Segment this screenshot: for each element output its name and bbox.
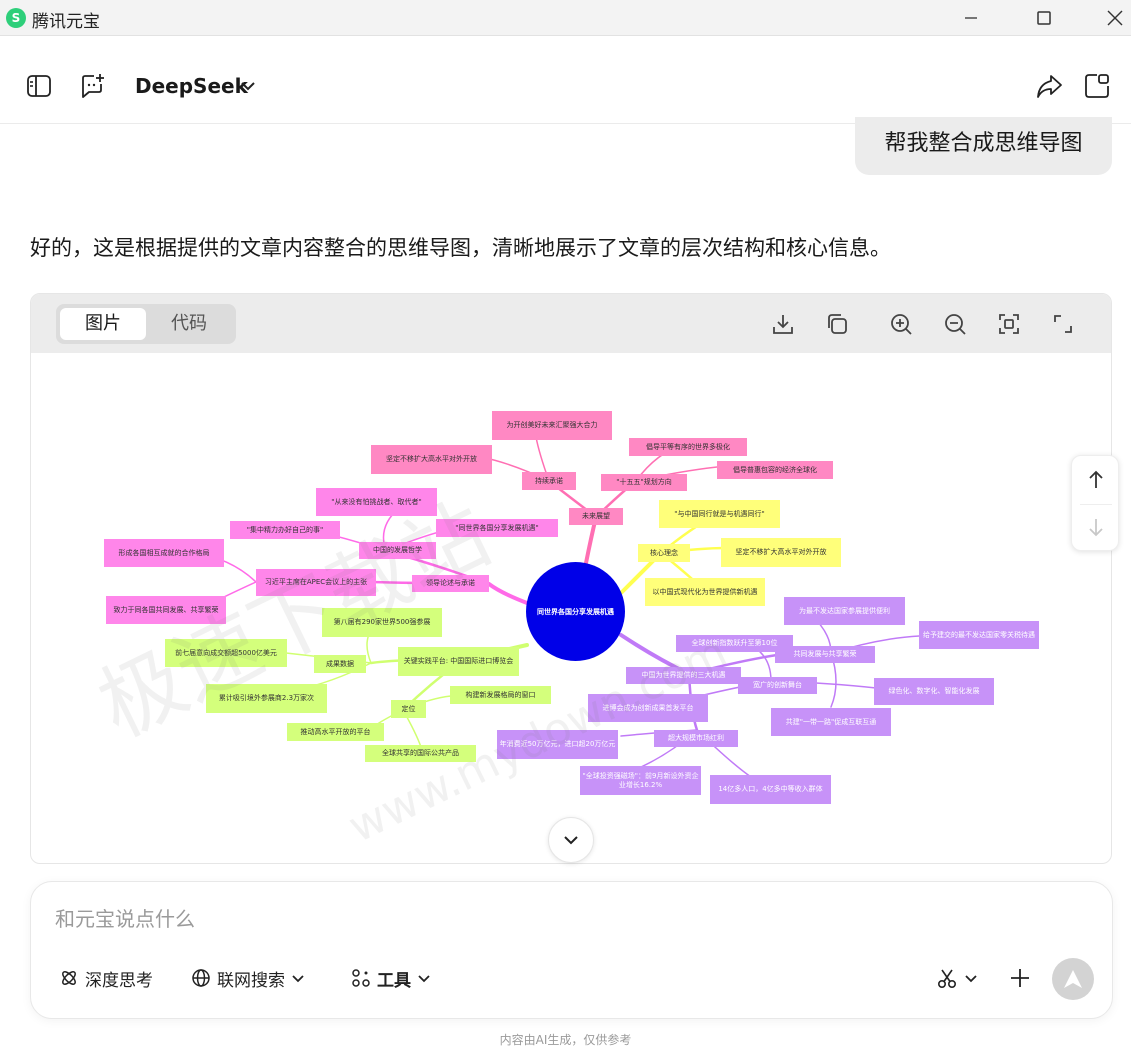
web-search-toggle[interactable]: 联网搜索 xyxy=(191,966,305,991)
share-icon[interactable] xyxy=(1035,72,1063,100)
window-titlebar: S 腾讯元宝 xyxy=(0,0,1131,36)
message-input[interactable] xyxy=(55,904,955,934)
copy-icon[interactable] xyxy=(824,311,850,337)
chat-header: DeepSeek xyxy=(0,46,1131,124)
fit-screen-icon[interactable] xyxy=(996,311,1022,337)
node-sustained: 持续承诺 xyxy=(522,472,576,490)
atom-icon xyxy=(62,971,76,985)
node-shared-1: 为最不发达国家参展提供便利 xyxy=(784,597,905,625)
add-attachment-button[interactable] xyxy=(1009,966,1031,990)
scissors-icon xyxy=(937,969,957,989)
model-selector[interactable]: DeepSeek xyxy=(135,74,248,98)
plus-icon xyxy=(1011,969,1029,987)
node-future: 未来展望 xyxy=(569,508,623,525)
send-icon xyxy=(1064,970,1082,988)
sidebar-icon[interactable] xyxy=(25,72,53,100)
node-shared-2: 给予建交的最不发达国家零关税待遇 xyxy=(919,621,1039,649)
chevron-down-icon xyxy=(564,836,578,845)
open-window-icon[interactable] xyxy=(1083,72,1111,100)
zoom-in-icon[interactable] xyxy=(888,311,914,337)
node-core: 核心理念 xyxy=(638,544,690,562)
node-plan: "十五五"规划方向 xyxy=(601,474,687,491)
node-sustained-2: 坚定不移扩大高水平对外开放 xyxy=(371,445,492,474)
view-toggle: 图片 代码 xyxy=(56,304,236,344)
node-results-1: 第八届有290家世界500强参展 xyxy=(322,608,442,637)
scissors-menu[interactable] xyxy=(936,966,978,990)
chevron-down-icon xyxy=(418,975,430,983)
node-innovation-2: 绿色化、数字化、智能化发展 xyxy=(874,678,994,705)
scroll-controls xyxy=(1071,455,1119,551)
scroll-down-icon[interactable] xyxy=(1084,515,1108,539)
node-core-2: 坚定不移扩大高水平对外开放 xyxy=(721,538,841,567)
tools-menu[interactable]: 工具 xyxy=(351,966,431,991)
node-philosophy-3: "同世界各国分享发展机遇" xyxy=(436,519,558,537)
node-results-3: 累计吸引境外参展商2.3万家次 xyxy=(206,684,327,713)
node-shared: 共同发展与共享繁荣 xyxy=(775,646,875,663)
window-title: 腾讯元宝 xyxy=(32,12,100,32)
app-logo-icon: S xyxy=(6,8,26,28)
node-plan-2: 倡导普惠包容的经济全球化 xyxy=(717,461,833,479)
chevron-down-icon xyxy=(965,975,977,983)
node-leader: 领导论述与承诺 xyxy=(412,575,489,592)
node-three: 中国为世界提供的三大机遇 xyxy=(626,667,741,684)
scroll-up-icon[interactable] xyxy=(1084,468,1108,492)
chevron-down-icon xyxy=(292,975,304,983)
disclaimer: 内容由AI生成，仅供参考 xyxy=(499,1033,632,1047)
new-chat-icon[interactable] xyxy=(79,72,107,100)
tab-code[interactable]: 代码 xyxy=(146,308,232,340)
node-apec: 习近平主席在APEC会议上的主张 xyxy=(256,569,376,596)
message-composer: 深度思考 联网搜索 工具 xyxy=(30,881,1113,1019)
mindmap-panel: 图片 代码 同世界各国分享发展机遇 未来展望 持续承诺 为开创美好未来汇聚强大合… xyxy=(30,293,1112,864)
node-position-1: 构建新发展格局的窗口 xyxy=(450,686,551,704)
tab-image[interactable]: 图片 xyxy=(60,308,146,340)
globe-icon xyxy=(192,969,210,987)
node-core-3: 以中国式现代化为世界提供新机遇 xyxy=(645,578,765,606)
tools-grid-icon xyxy=(352,969,370,987)
chevron-down-icon[interactable] xyxy=(240,78,256,98)
node-market-1: 年消费近50万亿元，进口超20万亿元 xyxy=(497,730,618,759)
node-core-1: "与中国同行就是与机遇同行" xyxy=(659,500,780,528)
mindmap-toolbar: 图片 代码 xyxy=(31,294,1111,353)
node-sustained-1: 为开创美好未来汇聚强大合力 xyxy=(492,411,612,440)
node-results-2: 前七届意向成交额超5000亿美元 xyxy=(165,639,287,667)
close-icon[interactable] xyxy=(1091,0,1131,36)
assistant-message: 好的，这是根据提供的文章内容整合的思维导图，清晰地展示了文章的层次结构和核心信息… xyxy=(30,236,891,260)
node-results: 成果数据 xyxy=(314,655,366,673)
web-search-label: 联网搜索 xyxy=(217,970,285,991)
node-position-2: 推动高水平开放的平台 xyxy=(287,723,384,741)
node-innovation-3: 进博会成为创新成果首发平台 xyxy=(588,694,708,722)
node-shared-3: 共建"一带一路"促成互联互通 xyxy=(771,708,891,736)
fullscreen-icon[interactable] xyxy=(1050,311,1076,337)
node-innovation: 宽广的创新舞台 xyxy=(738,677,817,694)
minimize-icon[interactable] xyxy=(947,0,995,36)
node-philosophy-2: "集中精力办好自己的事" xyxy=(230,521,340,539)
node-market-3: 14亿多人口，4亿多中等收入群体 xyxy=(710,775,831,804)
node-platform: 关键实践平台: 中国国际进口博览会 xyxy=(398,647,519,676)
node-market-2: "全球投资强磁场"：前9月新设外资企业增长16.2% xyxy=(580,766,701,795)
scroll-divider xyxy=(1080,504,1112,505)
tools-label: 工具 xyxy=(377,970,411,991)
deep-think-label: 深度思考 xyxy=(85,970,153,991)
deep-think-toggle[interactable]: 深度思考 xyxy=(59,966,153,991)
mindmap-root-node: 同世界各国分享发展机遇 xyxy=(526,562,625,661)
send-button[interactable] xyxy=(1052,958,1094,1000)
node-apec-2: 致力于同各国共同发展、共享繁荣 xyxy=(106,596,226,624)
node-philosophy: 中国的发展哲学 xyxy=(359,542,436,559)
scroll-to-bottom-button[interactable] xyxy=(548,817,594,863)
node-plan-1: 倡导平等有序的世界多极化 xyxy=(629,438,747,456)
node-apec-1: 形成各国相互成就的合作格局 xyxy=(104,539,224,567)
node-position: 定位 xyxy=(391,700,426,718)
node-market: 超大规模市场红利 xyxy=(654,730,738,747)
node-philosophy-1: "从来没有怕挑战者、取代者" xyxy=(316,488,437,516)
zoom-out-icon[interactable] xyxy=(942,311,968,337)
maximize-icon[interactable] xyxy=(1020,0,1068,36)
node-position-3: 全球共享的国际公共产品 xyxy=(365,745,476,762)
user-message: 帮我整合成思维导图 xyxy=(855,117,1112,175)
download-icon[interactable] xyxy=(770,311,796,337)
